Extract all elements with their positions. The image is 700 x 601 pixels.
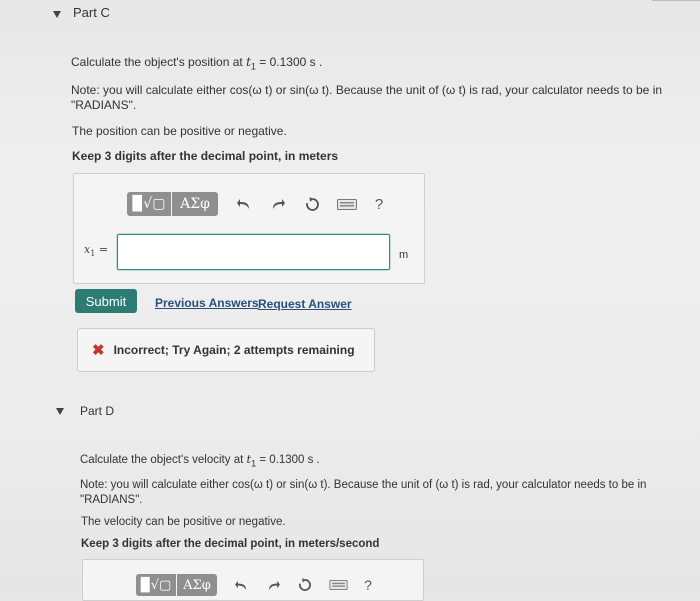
answer-label-x1: x1 = bbox=[84, 243, 108, 258]
reset-icon[interactable] bbox=[302, 196, 322, 212]
part-c-title[interactable]: Part C bbox=[73, 5, 110, 20]
part-d-reset-icon[interactable] bbox=[295, 578, 315, 592]
part-c-question-prefix: Calculate the object's position at bbox=[71, 55, 247, 69]
part-c-question: Calculate the object's position at t1 = … bbox=[71, 55, 322, 74]
answer-label-eq: = bbox=[98, 243, 109, 256]
part-d-note-line2: "RADIANS". bbox=[80, 494, 143, 506]
part-c-precision-note: Keep 3 digits after the decimal point, i… bbox=[72, 149, 339, 163]
part-d-title[interactable]: Part D bbox=[80, 404, 114, 418]
part-d-redo-icon[interactable] bbox=[263, 580, 283, 591]
part-d-sign-note: The velocity can be positive or negative… bbox=[81, 516, 286, 528]
part-c-toolbar: ▉√▢ ΑΣφ ? bbox=[127, 192, 388, 216]
part-c-note: Note: you will calculate either cos(ω t)… bbox=[71, 83, 671, 113]
part-d-note-line1: Note: you will calculate either cos(ω t)… bbox=[80, 479, 647, 491]
top-right-divider bbox=[652, 0, 700, 1]
undo-icon[interactable] bbox=[234, 198, 254, 210]
part-d-keyboard-icon[interactable] bbox=[327, 580, 349, 590]
template-button[interactable]: ▉√▢ bbox=[127, 192, 171, 216]
help-icon[interactable]: ? bbox=[370, 196, 388, 213]
previous-answers-link[interactable]: Previous Answers bbox=[155, 296, 259, 310]
part-d-toolbar: ▉√▢ ΑΣφ ? bbox=[136, 574, 377, 596]
part-d-undo-icon[interactable] bbox=[231, 580, 251, 591]
part-d-question: Calculate the object's velocity at t1 = … bbox=[80, 452, 320, 471]
request-answer-link[interactable]: Request Answer bbox=[258, 297, 352, 311]
feedback-box: ✖ Incorrect; Try Again; 2 attempts remai… bbox=[77, 328, 375, 372]
part-d-collapse-caret-icon[interactable] bbox=[56, 408, 64, 415]
part-d-note: Note: you will calculate either cos(ω t)… bbox=[80, 478, 680, 508]
part-c-sign-note: The position can be positive or negative… bbox=[72, 124, 287, 138]
feedback-text: Incorrect; Try Again; 2 attempts remaini… bbox=[113, 343, 355, 357]
position-answer-input[interactable] bbox=[117, 234, 390, 270]
answer-label-sub: 1 bbox=[90, 249, 96, 259]
part-c-note-line2: "RADIANS". bbox=[71, 98, 137, 112]
greek-symbols-button[interactable]: ΑΣφ bbox=[172, 192, 218, 216]
part-d-precision-note: Keep 3 digits after the decimal point, i… bbox=[81, 538, 380, 550]
redo-icon[interactable] bbox=[268, 198, 288, 210]
part-d-greek-symbols-button[interactable]: ΑΣφ bbox=[177, 574, 217, 596]
part-c-time-value: = 0.1300 s . bbox=[255, 55, 323, 69]
unit-label: m bbox=[399, 249, 409, 261]
part-c-note-line1: Note: you will calculate either cos(ω t)… bbox=[71, 83, 663, 97]
submit-button[interactable]: Submit bbox=[75, 289, 137, 313]
part-c-collapse-caret-icon[interactable] bbox=[53, 11, 61, 18]
keyboard-icon[interactable] bbox=[336, 198, 358, 210]
part-d-help-icon[interactable]: ? bbox=[359, 577, 377, 593]
part-d-question-prefix: Calculate the object's velocity at bbox=[80, 454, 247, 466]
part-d-time-value: = 0.1300 s . bbox=[256, 454, 320, 466]
incorrect-x-icon: ✖ bbox=[92, 342, 105, 359]
part-d-template-button[interactable]: ▉√▢ bbox=[136, 574, 176, 596]
